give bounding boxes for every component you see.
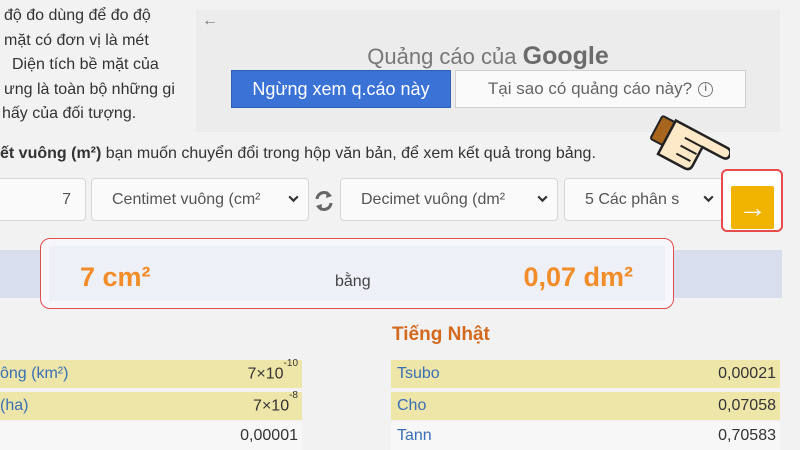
to-unit-value: Decimet vuông (dm²	[361, 190, 506, 208]
result-box: 7 cm² bằng 0,07 dm²	[40, 238, 674, 309]
why-ad-label: Tại sao có quảng cáo này?	[487, 79, 693, 98]
table-row: 0,00001	[0, 422, 302, 450]
japanese-units-heading: Tiếng Nhật	[392, 324, 490, 345]
unit-value: 0,00021	[718, 365, 776, 382]
instruction-rest: bạn muốn chuyển đổi trong hộp văn bản, đ…	[101, 145, 596, 162]
from-unit-select[interactable]: Centimet vuông (cm²	[91, 178, 309, 221]
stop-ad-button[interactable]: Ngừng xem q.cáo này	[231, 70, 451, 108]
chevron-down-icon	[287, 192, 300, 208]
unit-name-link[interactable]: Tann	[397, 427, 432, 445]
intro-line: ưng là toàn bộ những gi	[4, 80, 175, 98]
table-row: ông (km²) 7×10-10	[0, 358, 302, 388]
intro-line: Diện tích bề mặt của	[12, 56, 159, 73]
result-to-value: 0,07 dm²	[523, 262, 633, 292]
unit-name-link[interactable]: Tsubo	[397, 365, 440, 383]
intro-line: hấy của đối tượng.	[2, 105, 137, 122]
result-from-value: 7 cm²	[80, 262, 151, 292]
unit-value: 7×10-8	[253, 390, 298, 415]
quantity-input[interactable]: 7	[0, 178, 86, 221]
chevron-down-icon	[536, 192, 549, 208]
chevron-down-icon	[702, 192, 715, 208]
unit-name-link[interactable]: (ha)	[0, 397, 28, 415]
ad-title-text: Quảng cáo của	[367, 44, 517, 69]
arrow-right-icon: →	[738, 191, 767, 223]
info-icon: i	[698, 81, 714, 97]
from-unit-value: Centimet vuông (cm²	[112, 190, 261, 208]
instruction-bold: ết vuông (m²)	[0, 145, 102, 162]
intro-text: độ đo dùng để đo độ mặt có đơn vị là mét…	[0, 4, 190, 127]
convert-button[interactable]: →	[731, 186, 774, 229]
back-arrow-icon[interactable]: ←	[202, 12, 218, 30]
unit-value: 7×10-10	[247, 358, 299, 383]
result-equals-label: bằng	[335, 273, 371, 290]
intro-line: mặt có đơn vị là mét	[4, 31, 149, 49]
convert-button-highlight: →	[721, 169, 783, 232]
instruction-text: ết vuông (m²) bạn muốn chuyển đổi trong …	[0, 145, 596, 163]
unit-value: 0,70583	[718, 427, 776, 444]
intro-line: độ đo dùng để đo độ	[4, 7, 151, 24]
pointing-hand-icon	[650, 115, 730, 171]
precision-value: 5 Các phân s	[585, 190, 680, 208]
table-row: (ha) 7×10-8	[0, 390, 302, 420]
ad-title: Quảng cáo của Google	[196, 42, 780, 71]
result-inner: 7 cm² bằng 0,07 dm²	[49, 246, 665, 301]
table-row: Cho 0,07058	[391, 392, 780, 420]
why-ad-button[interactable]: Tại sao có quảng cáo này? i	[455, 70, 746, 108]
table-row: Tann 0,70583	[391, 422, 780, 450]
unit-value: 0,00001	[240, 427, 298, 444]
google-logo: Google	[522, 42, 609, 70]
unit-value: 0,07058	[718, 397, 776, 414]
to-unit-select[interactable]: Decimet vuông (dm²	[340, 178, 558, 221]
unit-name-link[interactable]: Cho	[397, 397, 426, 415]
unit-name-link[interactable]: ông (km²)	[0, 365, 68, 383]
swap-units-icon[interactable]	[313, 188, 335, 220]
table-row: Tsubo 0,00021	[391, 360, 780, 388]
